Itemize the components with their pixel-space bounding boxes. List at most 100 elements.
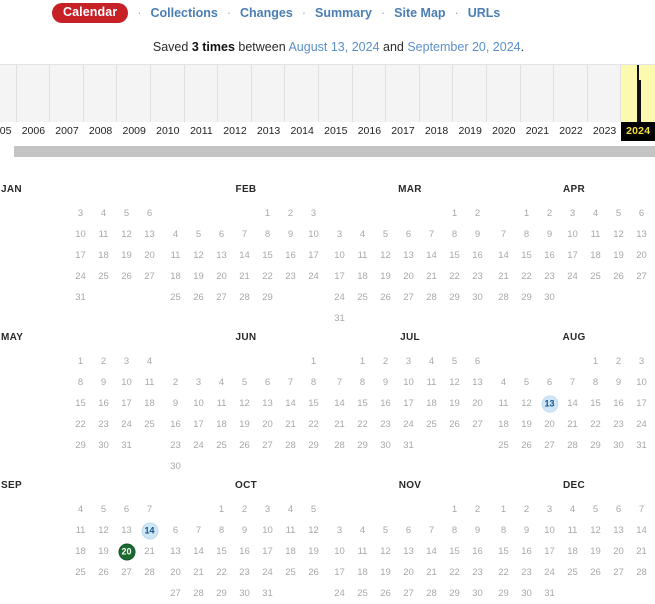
calendar-day: 18 xyxy=(567,546,578,557)
calendar-day: 5 xyxy=(382,525,389,536)
timeline-year-label-2016[interactable]: 2016 xyxy=(352,122,387,141)
week-row: 30 xyxy=(164,456,328,477)
calendar-day: 29 xyxy=(498,588,509,599)
tab-collections[interactable]: Collections xyxy=(150,6,217,20)
week-row: 28 29 30 xyxy=(492,287,655,308)
month-weeks: 1 2 3 4 5 6 7 8 9 10 11 12 13 14 15 16 17 18 19 20 21 22 23 24 2… xyxy=(328,351,492,456)
calendar-day-empty xyxy=(351,203,374,224)
timeline-year-label-2023[interactable]: 2023 xyxy=(587,122,622,141)
capture-marker-green[interactable]: 20 xyxy=(119,544,134,559)
timeline-scrollbar-thumb[interactable] xyxy=(14,146,655,157)
timeline-year-label-2013[interactable]: 2013 xyxy=(251,122,286,141)
tab-summary[interactable]: Summary xyxy=(315,6,372,20)
timeline-year-label-2012[interactable]: 2012 xyxy=(218,122,252,141)
capture-marker-blue[interactable]: 14 xyxy=(142,523,157,538)
timeline-year-label-2011[interactable]: 2011 xyxy=(184,122,219,141)
calendar-day: 4 xyxy=(500,377,507,388)
calendar-day: 23 xyxy=(239,567,250,578)
saved-middle: between xyxy=(238,40,286,54)
calendar-month-aug: AUG 1 2 3 4 5 6 7 8 9 10 11 12 13 14 15 16 17 18 19 20 21 22 23… xyxy=(492,328,655,476)
calendar-day: 1 xyxy=(523,208,530,219)
calendar-day: 30 xyxy=(98,440,109,451)
calendar-day: 4 xyxy=(359,525,366,536)
calendar-day-empty xyxy=(0,499,23,520)
year-timeline[interactable]: 2005200620072008200920102011201220132014… xyxy=(0,64,655,142)
timeline-year-label-2018[interactable]: 2018 xyxy=(419,122,454,141)
calendar-day-capture[interactable]: 20 xyxy=(115,541,138,562)
tab-changes[interactable]: Changes xyxy=(240,6,293,20)
saved-count: 3 times xyxy=(191,40,235,54)
tab-site-map[interactable]: Site Map xyxy=(394,6,445,20)
calendar-day-empty xyxy=(302,583,325,604)
calendar-month-nov: NOV 1 2 3 4 5 6 7 8 9 10 11 12 13 14 15 16 17 18 19 20 21 22 23… xyxy=(328,476,492,601)
timeline-year-label-2017[interactable]: 2017 xyxy=(386,122,420,141)
calendar-day: 14 xyxy=(426,250,437,261)
nav-separator-dot: · xyxy=(380,6,386,20)
calendar-day: 21 xyxy=(636,546,647,557)
timeline-year-label-2007[interactable]: 2007 xyxy=(50,122,84,141)
timeline-year-label-2006[interactable]: 2006 xyxy=(16,122,51,141)
timeline-year-label-2009[interactable]: 2009 xyxy=(117,122,151,141)
timeline-year-label-2019[interactable]: 2019 xyxy=(453,122,487,141)
calendar-day: 27 xyxy=(544,440,555,451)
calendar-day: 6 xyxy=(638,208,645,219)
saved-conjunction: and xyxy=(383,40,404,54)
saved-start-date-link[interactable]: August 13, 2024 xyxy=(288,40,379,54)
week-row: 1 xyxy=(164,351,328,372)
calendar-day: 18 xyxy=(357,567,368,578)
calendar-day: 26 xyxy=(449,419,460,430)
timeline-scrollbar[interactable] xyxy=(0,146,655,157)
calendar-day: 30 xyxy=(613,440,624,451)
calendar-day: 9 xyxy=(172,398,179,409)
week-row: 17 18 19 20 21 22 23 xyxy=(328,562,492,583)
year-timeline-track[interactable]: 2005200620072008200920102011201220132014… xyxy=(0,64,655,142)
timeline-year-label-2008[interactable]: 2008 xyxy=(83,122,118,141)
calendar-day: 8 xyxy=(77,377,84,388)
calendar-day-empty xyxy=(0,435,23,456)
calendar-day-empty xyxy=(397,203,420,224)
calendar-day: 20 xyxy=(403,567,414,578)
month-title-jan: JAN xyxy=(1,184,22,195)
calendar-day: 26 xyxy=(193,292,204,303)
timeline-year-label-2014[interactable]: 2014 xyxy=(285,122,319,141)
capture-marker-blue[interactable]: 13 xyxy=(542,396,557,411)
timeline-year-label-2022[interactable]: 2022 xyxy=(554,122,588,141)
calendar-day-empty xyxy=(46,435,69,456)
calendar-day: 19 xyxy=(613,250,624,261)
tab-calendar[interactable]: Calendar xyxy=(52,2,129,24)
timeline-year-label-2021[interactable]: 2021 xyxy=(520,122,555,141)
calendar-day: 11 xyxy=(98,229,109,240)
calendar-day: 19 xyxy=(380,271,391,282)
calendar-day: 5 xyxy=(241,377,248,388)
week-row: 2 3 4 5 6 7 8 xyxy=(164,372,328,393)
calendar-day: 11 xyxy=(144,377,155,388)
calendar-day-capture[interactable]: 14 xyxy=(138,520,161,541)
calendar-month-jan: JAN 3 4 5 6 10 11 12 13 17 18 19 20 24 25 26 27 31 xyxy=(0,180,164,328)
timeline-year-label-2005[interactable]: 2005 xyxy=(0,122,17,141)
calendar-day: 12 xyxy=(380,250,391,261)
saved-end-date-link[interactable]: September 20, 2024 xyxy=(407,40,520,54)
calendar-day: 16 xyxy=(380,398,391,409)
calendar-day: 26 xyxy=(380,588,391,599)
calendar-day: 14 xyxy=(426,546,437,557)
calendar-day-empty xyxy=(584,583,607,604)
calendar-day: 9 xyxy=(241,525,248,536)
timeline-year-label-2010[interactable]: 2010 xyxy=(151,122,185,141)
calendar-day: 23 xyxy=(285,271,296,282)
calendar-day-empty xyxy=(0,393,23,414)
calendar-day: 10 xyxy=(334,250,345,261)
calendar-day-empty xyxy=(607,287,630,308)
timeline-year-label-2020[interactable]: 2020 xyxy=(487,122,521,141)
tab-urls[interactable]: URLs xyxy=(468,6,501,20)
calendar-day-empty xyxy=(187,456,210,477)
week-row: 23 24 25 26 27 28 29 xyxy=(164,435,328,456)
calendar-month-sep: SEP 4 5 6 7 11 12 13 14 18 19 20 21 25 26 27 28 xyxy=(0,476,164,601)
timeline-year-label-2015[interactable]: 2015 xyxy=(319,122,353,141)
timeline-year-label-2024[interactable]: 2024 xyxy=(621,122,655,141)
calendar-day: 21 xyxy=(193,567,204,578)
calendar-day: 5 xyxy=(592,504,599,515)
calendar-day-empty xyxy=(46,499,69,520)
calendar-day-empty xyxy=(23,351,46,372)
week-row: 20 21 22 23 24 25 26 xyxy=(164,562,328,583)
calendar-day-capture[interactable]: 13 xyxy=(538,393,561,414)
